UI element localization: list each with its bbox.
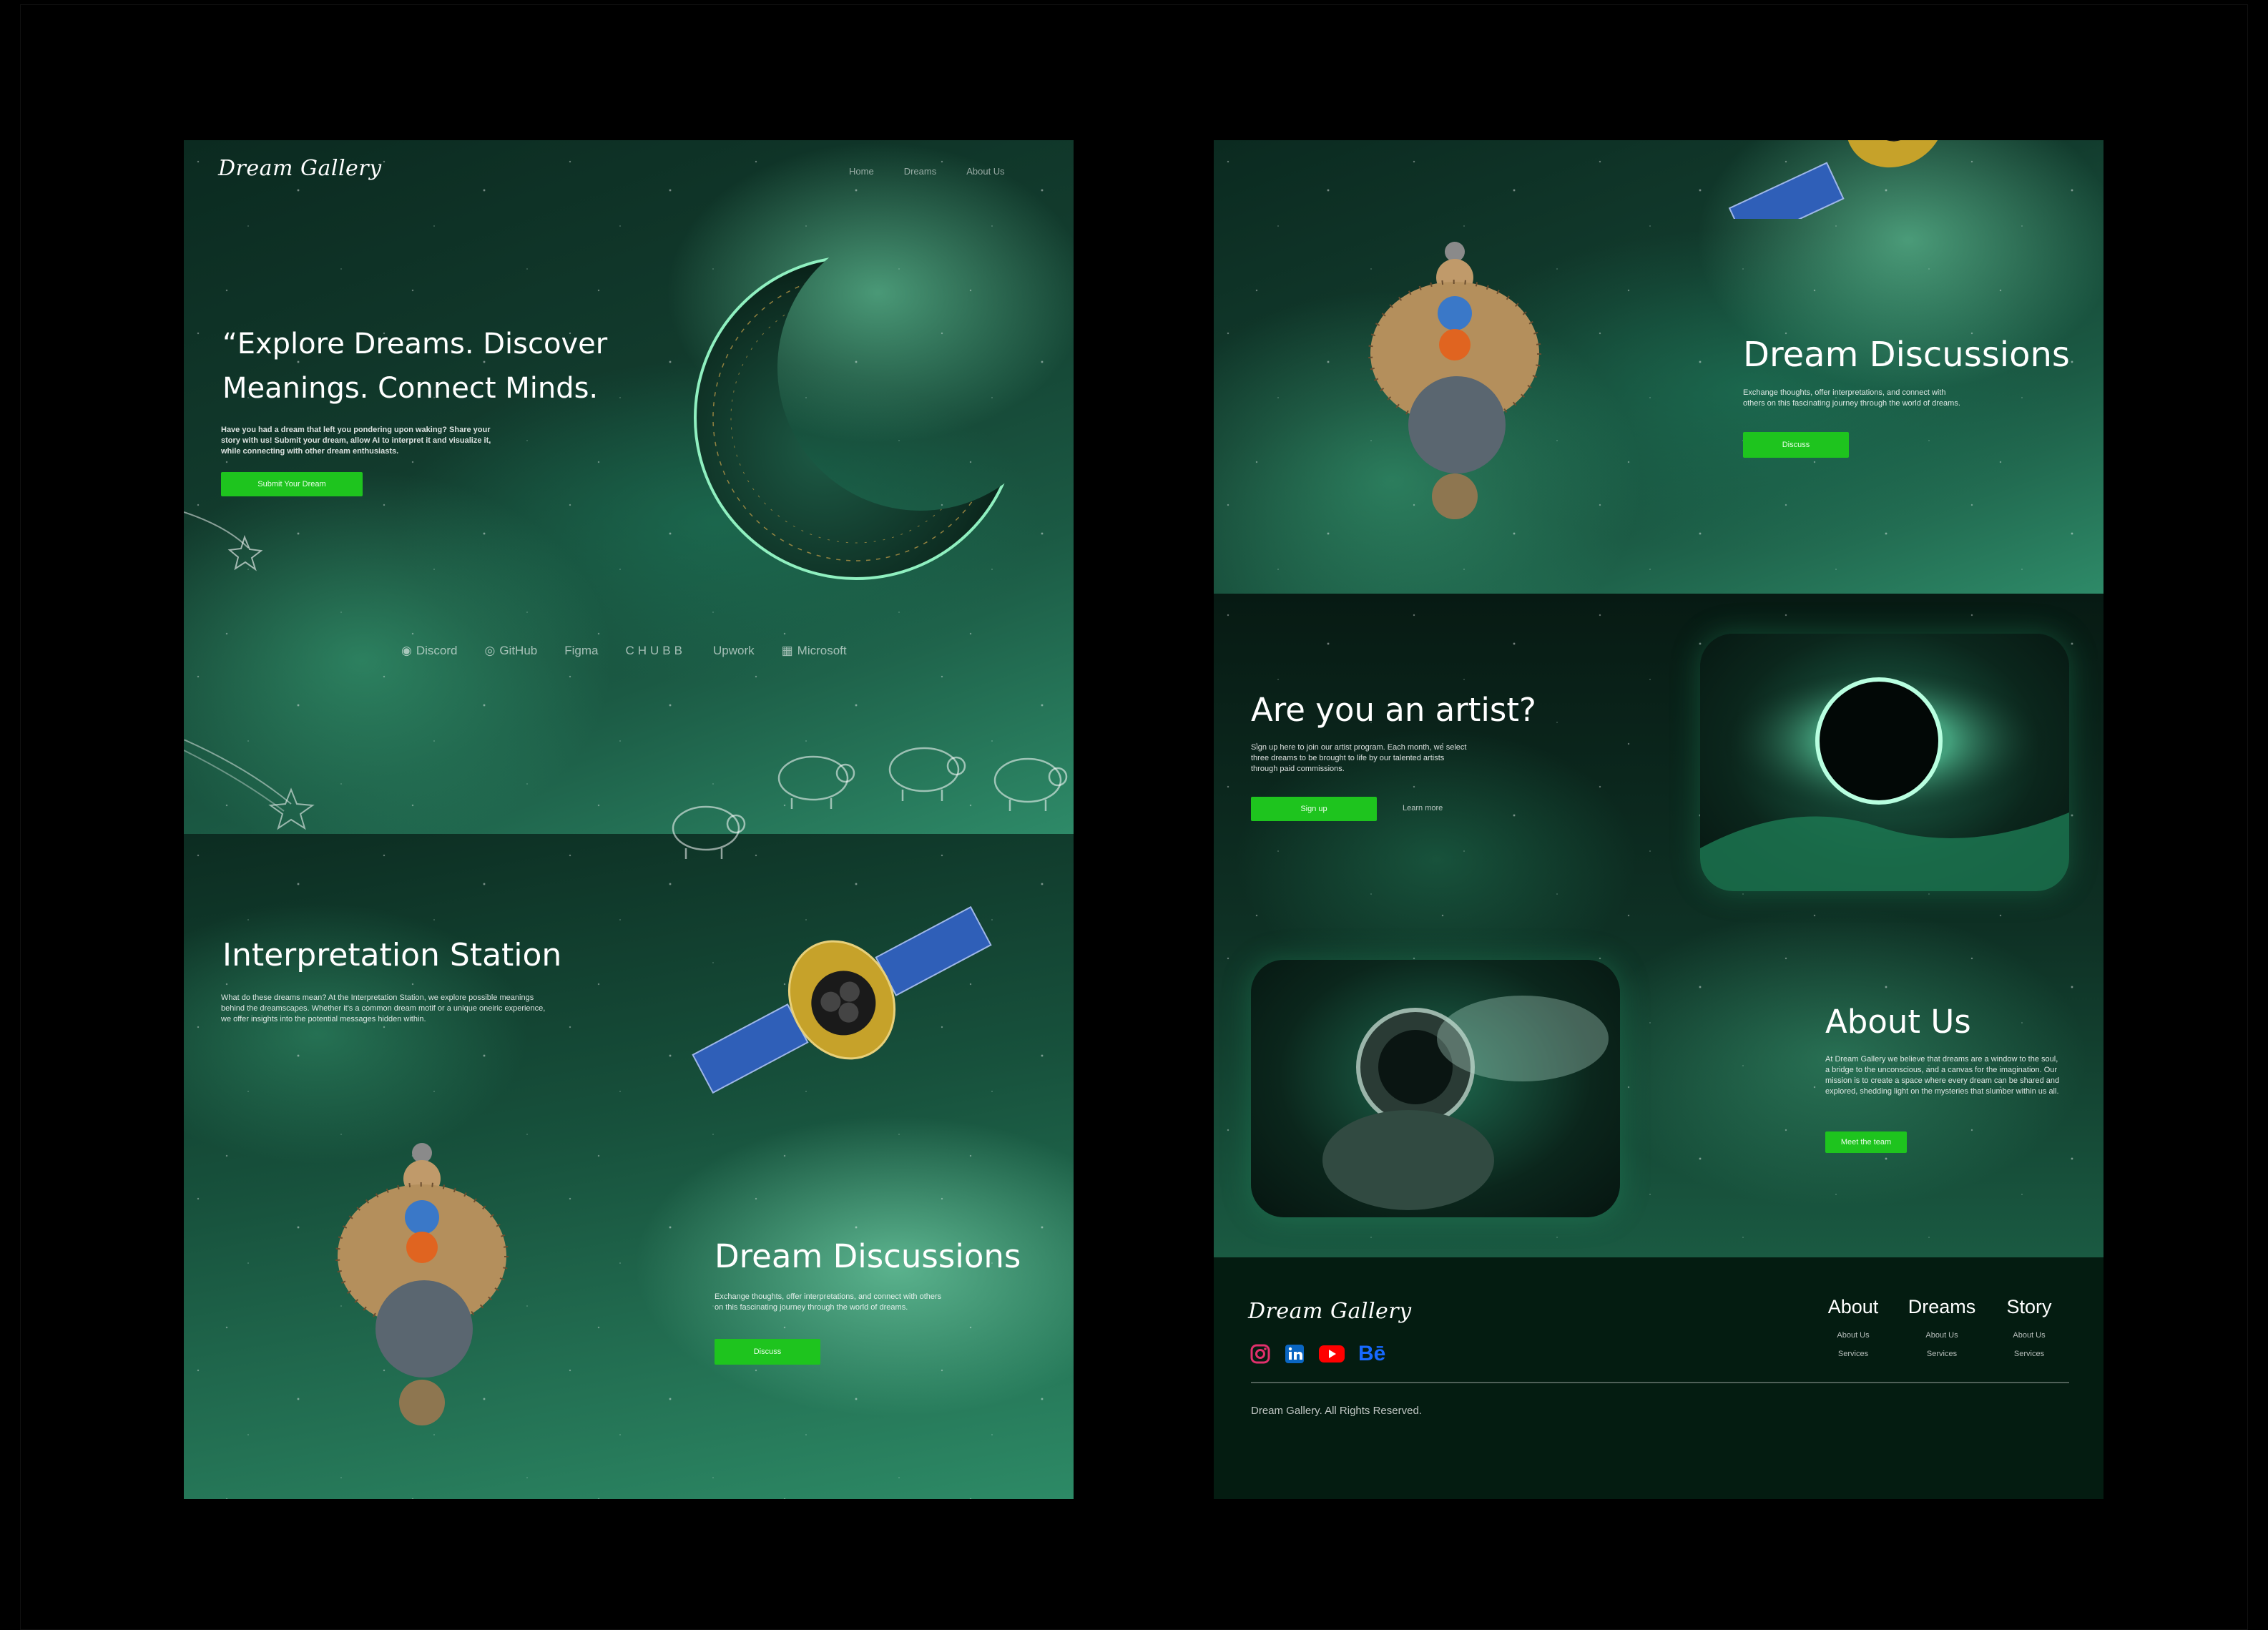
- partner-microsoft: ▦ Microsoft: [782, 644, 847, 658]
- artist-title: Are you an artist?: [1251, 691, 1536, 729]
- hero-headline-line2: Meanings. Connect Minds.: [222, 372, 599, 405]
- interpretation-description: What do these dreams mean? At the Interp…: [221, 993, 546, 1023]
- shooting-star-doodle-icon: [184, 740, 315, 830]
- microsoft-icon: ▦: [781, 644, 793, 657]
- partner-name: CHUBB: [625, 644, 686, 657]
- landing-page-bottom: Dream Discussions Exchange thoughts, off…: [1214, 140, 2103, 1499]
- linkedin-icon[interactable]: [1284, 1343, 1305, 1365]
- partner-figma: Figma: [564, 644, 598, 658]
- partner-name: Upwork: [712, 644, 755, 657]
- nav-item-dreams[interactable]: Dreams: [904, 166, 937, 177]
- sheep-icon: [672, 805, 746, 859]
- partner-logos: ◉ Discord ◎ GitHub Figma CHUBB Upwork ▦ Mic…: [401, 644, 847, 658]
- partner-name: GitHub: [499, 644, 538, 657]
- footer-link[interactable]: About Us: [1996, 1331, 2062, 1340]
- footer-logo[interactable]: Dream Gallery: [1248, 1299, 1412, 1324]
- artist-description: Sign up here to join our artist program.…: [1251, 743, 1467, 773]
- github-icon: ◎: [484, 644, 496, 657]
- submit-dream-button[interactable]: Submit Your Dream: [221, 472, 363, 496]
- about-description: At Dream Gallery we believe that dreams …: [1825, 1055, 2060, 1096]
- footer-link[interactable]: About Us: [1817, 1331, 1889, 1340]
- discord-icon: ◉: [401, 644, 412, 657]
- footer-col-story: Story About Us Services: [1996, 1296, 2062, 1368]
- footer: Dream Gallery Bē About About Us Services…: [1214, 1257, 2103, 1499]
- satellite-fragment-illustration: [1728, 140, 1944, 219]
- planet-stack-illustration: [1368, 242, 1541, 519]
- dream-discussions-title: Dream Discussions: [715, 1237, 1021, 1275]
- hero-description: Have you had a dream that left you ponde…: [221, 426, 491, 456]
- youtube-icon[interactable]: [1318, 1343, 1345, 1365]
- footer-col-title: About: [1827, 1296, 1879, 1317]
- footer-link[interactable]: Services: [1900, 1350, 1983, 1358]
- nav-item-about[interactable]: About Us: [966, 166, 1004, 177]
- sheep-icon: [888, 747, 966, 801]
- partner-upwork: Upwork: [713, 644, 755, 658]
- hero-headline: “Explore Dreams. Discover Meanings. Conn…: [222, 322, 607, 411]
- footer-col-title: Dreams: [1908, 1296, 1976, 1317]
- sheep-icon: [777, 755, 855, 809]
- footer-col-dreams: Dreams About Us Services: [1900, 1296, 1983, 1368]
- sheep-icon: [993, 757, 1068, 811]
- partner-name: Discord: [416, 644, 458, 657]
- landing-page-top: Dream Gallery Home Dreams About Us “Expl…: [184, 140, 1074, 1499]
- partner-discord: ◉ Discord: [401, 644, 457, 658]
- sign-up-button[interactable]: Sign up: [1251, 797, 1377, 821]
- footer-col-about: About About Us Services: [1817, 1296, 1889, 1368]
- crescent-moon-illustration: [694, 255, 1018, 580]
- partner-chubb: CHUBB: [625, 644, 686, 658]
- footer-link[interactable]: About Us: [1900, 1331, 1983, 1340]
- nav-item-home[interactable]: Home: [849, 166, 874, 177]
- discuss-button[interactable]: Discuss: [715, 1339, 820, 1365]
- dream-discussions-description: Exchange thoughts, offer interpretations…: [715, 1292, 942, 1312]
- satellite-illustration: [692, 905, 992, 1094]
- about-title: About Us: [1825, 1003, 1971, 1041]
- partner-name: Microsoft: [797, 644, 847, 657]
- sheep-doodles: [672, 747, 1068, 859]
- planet-stack-illustration: [335, 1143, 509, 1425]
- behance-icon[interactable]: Bē: [1358, 1342, 1385, 1366]
- logo[interactable]: Dream Gallery: [218, 156, 382, 181]
- learn-more-link[interactable]: Learn more: [1403, 804, 1443, 812]
- top-nav: Home Dreams About Us: [849, 166, 1005, 177]
- meet-the-team-button[interactable]: Meet the team: [1825, 1131, 1907, 1153]
- footer-link[interactable]: Services: [1817, 1350, 1889, 1358]
- footer-link[interactable]: Services: [1996, 1350, 2062, 1358]
- hero-headline-line1: “Explore Dreams. Discover: [222, 328, 608, 360]
- dream-discussions-title: Dream Discussions: [1743, 335, 2070, 375]
- partner-github: ◎ GitHub: [484, 644, 537, 658]
- social-links: Bē: [1250, 1342, 1385, 1366]
- astronaut-artwork: [1251, 960, 1620, 1217]
- instagram-icon[interactable]: [1250, 1343, 1271, 1365]
- dream-discussions-description: Exchange thoughts, offer interpretations…: [1743, 388, 1960, 408]
- footer-divider: [1251, 1382, 2069, 1383]
- discuss-button[interactable]: Discuss: [1743, 432, 1849, 458]
- partner-name: Figma: [564, 644, 599, 657]
- copyright-text: Dream Gallery. All Rights Reserved.: [1251, 1405, 1422, 1417]
- eclipse-artwork: [1700, 634, 2069, 891]
- interpretation-title: Interpretation Station: [222, 937, 562, 973]
- footer-col-title: Story: [2006, 1296, 2052, 1317]
- shooting-star-doodle-icon: [184, 511, 262, 571]
